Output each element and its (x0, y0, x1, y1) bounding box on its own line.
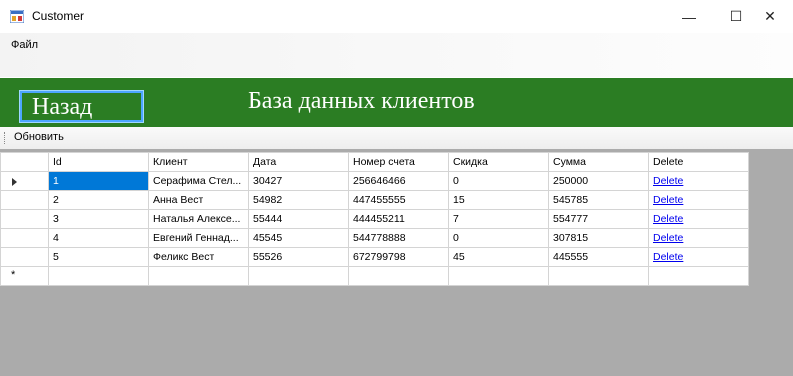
page-title: База данных клиентов (248, 88, 475, 114)
row-header[interactable] (0, 247, 49, 267)
delete-link[interactable]: Delete (653, 213, 683, 225)
cell-account[interactable]: 444455211 (348, 209, 449, 229)
cell-client[interactable]: Феликс Вест (148, 247, 249, 267)
customer-table: Id Клиент Дата Номер счета Скидка Сумма … (0, 152, 749, 286)
header-row: Id Клиент Дата Номер счета Скидка Сумма … (0, 152, 749, 172)
row-header[interactable] (0, 171, 49, 191)
row-header[interactable] (0, 209, 49, 229)
cell-id[interactable]: 4 (48, 228, 149, 248)
cell-date[interactable]: 55444 (248, 209, 349, 229)
delete-link[interactable]: Delete (653, 175, 683, 187)
cell-discount[interactable] (448, 266, 549, 286)
cell-date[interactable]: 30427 (248, 171, 349, 191)
cell-date[interactable]: 45545 (248, 228, 349, 248)
cell-date[interactable]: 55526 (248, 247, 349, 267)
delete-link[interactable]: Delete (653, 251, 683, 263)
cell-discount[interactable]: 15 (448, 190, 549, 210)
window-title: Customer (32, 9, 85, 23)
cell-id[interactable]: 2 (48, 190, 149, 210)
toolstrip-grip[interactable] (4, 132, 7, 144)
menu-file[interactable]: Файл (7, 37, 42, 53)
new-row[interactable]: * (0, 266, 749, 286)
menu-strip: Файл (0, 33, 793, 77)
data-grid-view: Id Клиент Дата Номер счета Скидка Сумма … (0, 149, 793, 376)
cell-discount[interactable]: 0 (448, 171, 549, 191)
column-header-account[interactable]: Номер счета (348, 152, 449, 172)
cell-client-text: Евгений Геннад... (153, 232, 239, 245)
cell-client[interactable] (148, 266, 249, 286)
cell-account[interactable]: 672799798 (348, 247, 449, 267)
cell-discount[interactable]: 0 (448, 228, 549, 248)
cell-delete[interactable] (648, 266, 749, 286)
back-button[interactable]: Назад (19, 90, 144, 123)
cell-sum[interactable] (548, 266, 649, 286)
cell-sum[interactable]: 445555 (548, 247, 649, 267)
cell-sum[interactable]: 307815 (548, 228, 649, 248)
cell-client-text: Серафима Стел... (153, 175, 242, 188)
cell-account[interactable] (348, 266, 449, 286)
tool-strip: Обновить (0, 127, 793, 149)
delete-link[interactable]: Delete (653, 232, 683, 244)
table-row[interactable]: 2 Анна Вест 54982 447455555 15 545785 De… (0, 190, 749, 210)
table-row[interactable]: 1 Серафима Стел... 30427 256646466 0 250… (0, 171, 749, 191)
cell-id[interactable]: 3 (48, 209, 149, 229)
cell-id[interactable]: 1 (48, 171, 149, 191)
row-header[interactable] (0, 228, 49, 248)
table-row[interactable]: 5 Феликс Вест 55526 672799798 45 445555 … (0, 247, 749, 267)
cell-date[interactable]: 54982 (248, 190, 349, 210)
app-icon (10, 10, 24, 23)
column-header-discount[interactable]: Скидка (448, 152, 549, 172)
minimize-button[interactable]: — (666, 0, 712, 33)
table-row[interactable]: 3 Наталья Алексе... 55444 444455211 7 55… (0, 209, 749, 229)
row-header[interactable] (0, 190, 49, 210)
cell-client-text: Анна Вест (153, 194, 204, 207)
cell-delete[interactable]: Delete (648, 247, 749, 267)
cell-account[interactable]: 447455555 (348, 190, 449, 210)
corner-header-cell[interactable] (0, 152, 49, 172)
title-bar: Customer — ☐ ✕ (0, 0, 793, 33)
cell-delete[interactable]: Delete (648, 171, 749, 191)
current-row-arrow-icon (12, 178, 17, 186)
column-header-date[interactable]: Дата (248, 152, 349, 172)
cell-client[interactable]: Анна Вест (148, 190, 249, 210)
cell-id[interactable]: 5 (48, 247, 149, 267)
row-header[interactable]: * (0, 266, 49, 286)
cell-client[interactable]: Серафима Стел... (148, 171, 249, 191)
cell-account[interactable]: 544778888 (348, 228, 449, 248)
cell-client[interactable]: Наталья Алексе... (148, 209, 249, 229)
cell-date[interactable] (248, 266, 349, 286)
cell-discount[interactable]: 45 (448, 247, 549, 267)
cell-id[interactable] (48, 266, 149, 286)
column-header-id[interactable]: Id (48, 152, 149, 172)
header-panel: Назад База данных клиентов (0, 78, 793, 127)
cell-account[interactable]: 256646466 (348, 171, 449, 191)
table-row[interactable]: 4 Евгений Геннад... 45545 544778888 0 30… (0, 228, 749, 248)
cell-discount[interactable]: 7 (448, 209, 549, 229)
column-header-sum[interactable]: Сумма (548, 152, 649, 172)
cell-delete[interactable]: Delete (648, 190, 749, 210)
column-header-delete[interactable]: Delete (648, 152, 749, 172)
new-row-marker: * (11, 269, 16, 281)
cell-sum[interactable]: 545785 (548, 190, 649, 210)
column-header-client[interactable]: Клиент (148, 152, 249, 172)
close-button[interactable]: ✕ (747, 0, 793, 33)
cell-sum[interactable]: 554777 (548, 209, 649, 229)
cell-client[interactable]: Евгений Геннад... (148, 228, 249, 248)
cell-delete[interactable]: Delete (648, 209, 749, 229)
cell-client-text: Наталья Алексе... (153, 213, 241, 226)
cell-sum[interactable]: 250000 (548, 171, 649, 191)
delete-link[interactable]: Delete (653, 194, 683, 206)
refresh-button[interactable]: Обновить (11, 130, 67, 144)
cell-delete[interactable]: Delete (648, 228, 749, 248)
cell-client-text: Феликс Вест (153, 251, 215, 264)
